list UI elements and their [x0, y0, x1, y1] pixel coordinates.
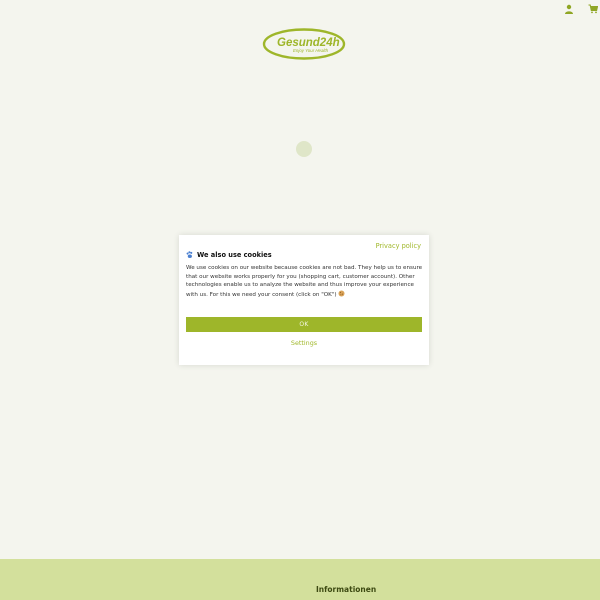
logo-tagline: Enjoy Your Health	[293, 48, 329, 53]
cookie-dialog-body-text: We use cookies on our website because co…	[186, 265, 423, 298]
person-icon[interactable]	[564, 4, 574, 14]
paw-icon	[186, 251, 193, 259]
cookie-dialog-title-text: We also use cookies	[197, 251, 272, 259]
loading-spinner	[296, 141, 312, 157]
footer: Informationen	[0, 559, 600, 600]
cookie-consent-dialog: Privacy policy We also use cookies We us…	[179, 235, 429, 365]
header-icons	[564, 4, 598, 14]
cookie-dialog-title: We also use cookies	[186, 251, 272, 259]
settings-link[interactable]: Settings	[179, 339, 429, 347]
ok-button[interactable]: OK	[186, 317, 422, 332]
cart-icon[interactable]	[588, 4, 598, 14]
cookie-dialog-body: We use cookies on our website because co…	[186, 264, 423, 299]
privacy-policy-link[interactable]: Privacy policy	[376, 242, 421, 250]
cookie-icon	[338, 289, 345, 297]
gesund24h-logo[interactable]: Gesund24h Enjoy Your Health	[262, 27, 346, 61]
footer-heading-informationen: Informationen	[316, 585, 377, 594]
